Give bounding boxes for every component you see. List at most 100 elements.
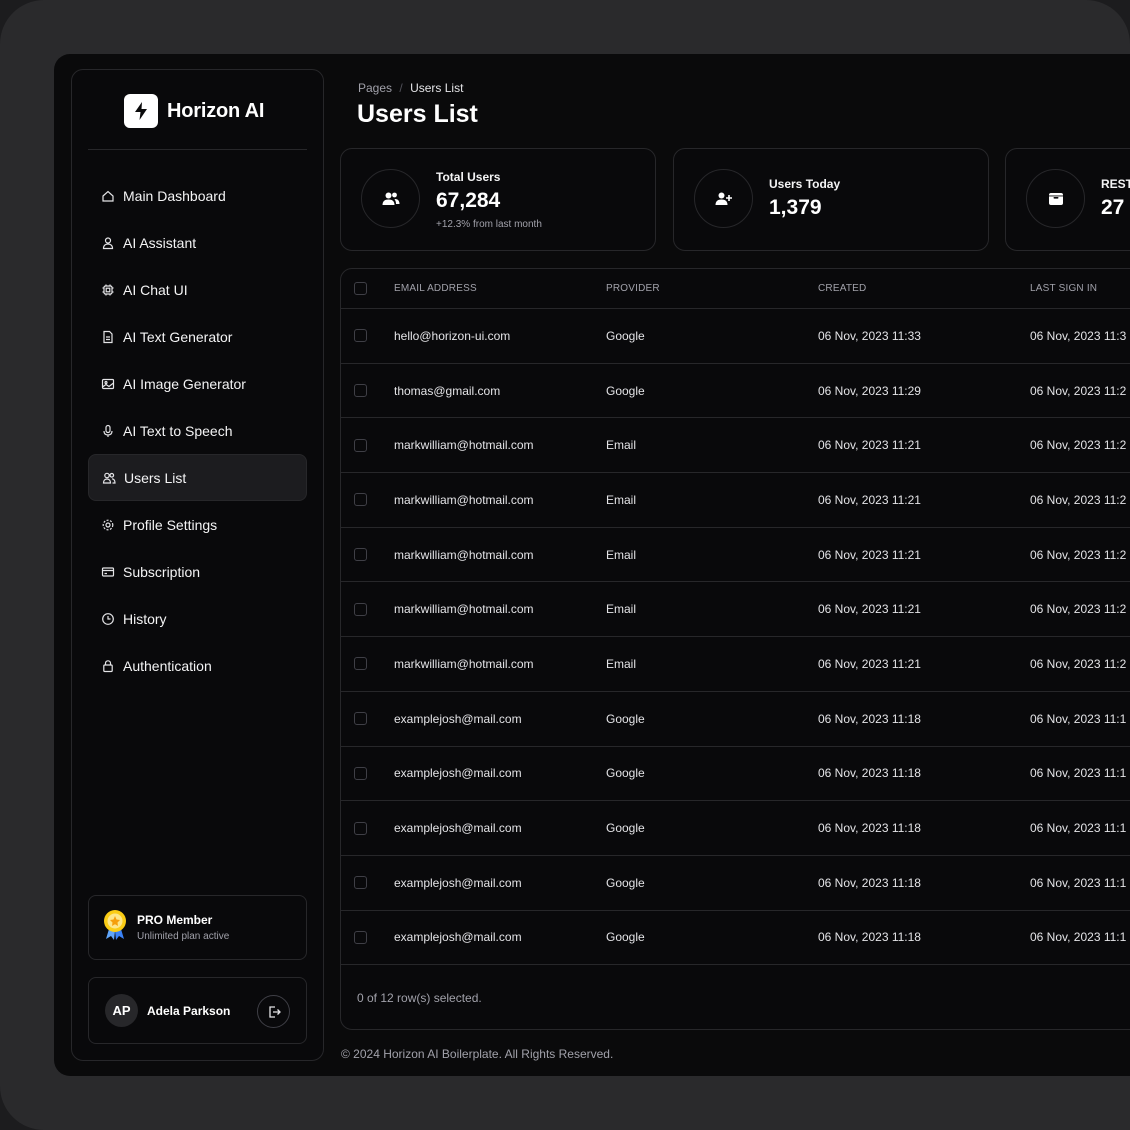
select-all-checkbox[interactable]: [354, 282, 367, 295]
logout-icon: [268, 1005, 281, 1018]
row-checkbox[interactable]: [354, 930, 367, 944]
column-header-last-sign-in[interactable]: LAST SIGN IN: [1030, 283, 1130, 294]
cell-last-sign-in: 06 Nov, 2023 11:1: [1030, 711, 1127, 726]
breadcrumb-root[interactable]: Pages: [358, 81, 392, 95]
cell-created: 06 Nov, 2023 11:18: [818, 821, 921, 836]
table-row[interactable]: markwilliam@hotmail.com Email 06 Nov, 2023…: [341, 582, 1130, 638]
column-header-provider[interactable]: PROVIDER: [606, 283, 818, 294]
sidebar-item-label: AI Image Generator: [123, 375, 246, 392]
row-checkbox[interactable]: [354, 657, 367, 671]
row-checkbox[interactable]: [354, 329, 367, 343]
sidebar-item-ai-text-to-speech[interactable]: AI Text to Speech: [88, 407, 307, 454]
table-row[interactable]: thomas@gmail.com Google 06 Nov, 2023 11:29…: [341, 364, 1130, 419]
row-checkbox[interactable]: [354, 438, 367, 452]
sidebar-item-label: History: [123, 610, 167, 627]
lightning-icon: [124, 94, 158, 128]
cell-last-sign-in: 06 Nov, 2023 11:2: [1030, 383, 1127, 398]
cell-provider: Google: [606, 821, 645, 836]
row-checkbox[interactable]: [354, 876, 367, 890]
sidebar-nav: Main Dashboard AI Assistant AI Chat UI AI T…: [88, 172, 307, 689]
table-row[interactable]: examplejosh@mail.com Google 06 Nov, 2023 1…: [341, 856, 1130, 911]
users-icon: [102, 472, 116, 484]
row-checkbox[interactable]: [354, 493, 367, 507]
row-checkbox[interactable]: [354, 766, 367, 780]
table-row[interactable]: examplejosh@mail.com Google 06 Nov, 2023 1…: [341, 747, 1130, 802]
sidebar-item-history[interactable]: History: [88, 595, 307, 642]
row-checkbox[interactable]: [354, 821, 367, 835]
sidebar-item-ai-image-generator[interactable]: AI Image Generator: [88, 360, 307, 407]
table-row[interactable]: examplejosh@mail.com Google 06 Nov, 2023 1…: [341, 692, 1130, 747]
cell-created: 06 Nov, 2023 11:21: [818, 547, 921, 562]
cell-last-sign-in: 06 Nov, 2023 11:1: [1030, 875, 1127, 890]
brand-name: Horizon AI: [167, 99, 265, 122]
pro-member-card: PRO Member Unlimited plan active: [88, 895, 307, 960]
cell-email: markwilliam@hotmail.com: [394, 547, 534, 562]
row-checkbox[interactable]: [354, 548, 367, 562]
row-checkbox[interactable]: [354, 384, 367, 398]
sidebar-item-label: AI Assistant: [123, 234, 197, 251]
brand-logo[interactable]: Horizon AI: [124, 94, 264, 128]
cell-created: 06 Nov, 2023 11:18: [818, 711, 921, 726]
table-row[interactable]: markwilliam@hotmail.com Email 06 Nov, 2023…: [341, 473, 1130, 528]
stat-value: 1,379: [769, 196, 822, 219]
column-header-created[interactable]: CREATED: [818, 283, 1030, 294]
cell-created: 06 Nov, 2023 11:21: [818, 492, 921, 507]
stat-value: 67,284: [436, 189, 501, 212]
sidebar-item-users-list[interactable]: Users List: [88, 454, 307, 501]
cell-provider: Email: [606, 492, 637, 507]
stat-card-total-users: Total Users 67,284 +12.3% from last mont…: [340, 148, 656, 251]
cell-email: examplejosh@mail.com: [394, 821, 522, 836]
column-header-email[interactable]: EMAIL ADDRESS: [394, 283, 606, 294]
breadcrumb-separator: /: [399, 81, 403, 95]
sidebar-item-profile-settings[interactable]: Profile Settings: [88, 501, 307, 548]
row-checkbox[interactable]: [354, 712, 367, 726]
sidebar-item-authentication[interactable]: Authentication: [88, 642, 307, 689]
pro-subtitle: Unlimited plan active: [137, 931, 230, 942]
sidebar-item-label: AI Text to Speech: [123, 422, 233, 439]
table-row[interactable]: markwilliam@hotmail.com Email 06 Nov, 2023…: [341, 418, 1130, 474]
cell-email: examplejosh@mail.com: [394, 930, 522, 945]
user-icon: [102, 236, 114, 249]
cell-created: 06 Nov, 2023 11:18: [818, 875, 921, 890]
sidebar-item-ai-chat-ui[interactable]: AI Chat UI: [88, 266, 307, 313]
sidebar-item-ai-text-generator[interactable]: AI Text Generator: [88, 313, 307, 360]
cell-email: markwilliam@hotmail.com: [394, 438, 534, 453]
sidebar-item-main-dashboard[interactable]: Main Dashboard: [88, 172, 307, 219]
stat-delta: +12.3% from last month: [436, 219, 542, 230]
cell-last-sign-in: 06 Nov, 2023 11:3: [1030, 328, 1127, 343]
table-row[interactable]: examplejosh@mail.com Google 06 Nov, 2023 1…: [341, 801, 1130, 856]
table-row[interactable]: hello@horizon-ui.com Google 06 Nov, 2023 1…: [341, 309, 1130, 364]
footer-copyright: © 2024 Horizon AI Boilerplate. All Right…: [341, 1047, 614, 1061]
cell-created: 06 Nov, 2023 11:21: [818, 602, 921, 617]
user-card[interactable]: AP Adela Parkson: [88, 977, 307, 1044]
sidebar-item-subscription[interactable]: Subscription: [88, 548, 307, 595]
chip-icon: [102, 284, 114, 295]
cell-email: examplejosh@mail.com: [394, 875, 522, 890]
sidebar-item-ai-assistant[interactable]: AI Assistant: [88, 219, 307, 266]
table-row[interactable]: markwilliam@hotmail.com Email 06 Nov, 2023…: [341, 528, 1130, 583]
row-checkbox[interactable]: [354, 602, 367, 616]
cell-last-sign-in: 06 Nov, 2023 11:1: [1030, 930, 1127, 945]
cell-created: 06 Nov, 2023 11:29: [818, 383, 921, 398]
cell-created: 06 Nov, 2023 11:21: [818, 656, 921, 671]
cell-last-sign-in: 06 Nov, 2023 11:2: [1030, 438, 1127, 453]
logout-button[interactable]: [257, 995, 290, 1028]
cell-provider: Email: [606, 602, 637, 617]
users-table: EMAIL ADDRESS PROVIDER CREATED LAST SIGN…: [340, 268, 1130, 1030]
cell-email: examplejosh@mail.com: [394, 711, 522, 726]
sidebar: Horizon AI Main Dashboard AI Assistant AI …: [71, 69, 324, 1061]
cell-provider: Google: [606, 383, 645, 398]
document-icon: [103, 330, 113, 343]
stat-card-users-today: Users Today 1,379: [673, 148, 989, 251]
user-plus-icon: [694, 169, 753, 228]
table-row[interactable]: examplejosh@mail.com Google 06 Nov, 2023 1…: [341, 911, 1130, 966]
table-row[interactable]: markwilliam@hotmail.com Email 06 Nov, 2023…: [341, 637, 1130, 692]
avatar[interactable]: AP: [105, 994, 138, 1027]
gear-icon: [102, 519, 114, 530]
cell-provider: Google: [606, 711, 645, 726]
cell-provider: Google: [606, 328, 645, 343]
table-body: hello@horizon-ui.com Google 06 Nov, 2023 1…: [341, 309, 1130, 966]
stat-label: Total Users: [436, 170, 501, 184]
cell-provider: Email: [606, 438, 637, 453]
user-name: Adela Parkson: [147, 1003, 231, 1018]
